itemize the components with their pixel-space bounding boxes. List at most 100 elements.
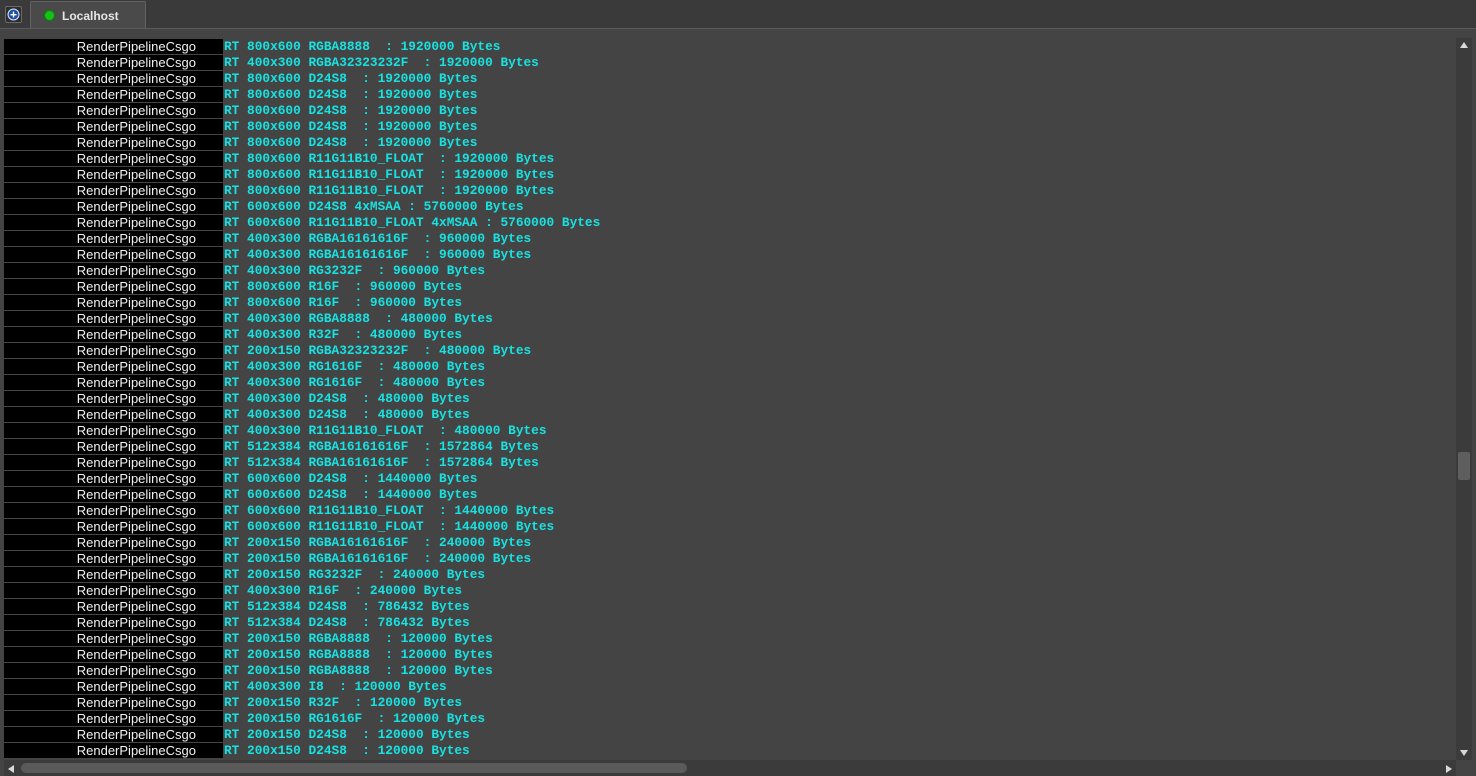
- log-row: RenderPipelineCsgo RT 400x300 I8 : 120000…: [0, 678, 1454, 694]
- log-message: RT 600x600 D24S8 : 1440000 Bytes: [224, 471, 478, 486]
- log-message: RT 800x600 D24S8 : 1920000 Bytes: [224, 135, 478, 150]
- log-message: RT 400x300 RGBA16161616F : 960000 Bytes: [224, 231, 532, 246]
- scroll-right-button[interactable]: [1442, 761, 1456, 775]
- horizontal-scrollbar[interactable]: [4, 760, 1456, 776]
- log-message: RT 400x300 RG1616F : 480000 Bytes: [224, 375, 486, 390]
- log-source: RenderPipelineCsgo: [4, 343, 223, 358]
- log-output[interactable]: RenderPipelineCsgo RT 800x600 RGBA8888 : …: [0, 38, 1454, 760]
- log-row: RenderPipelineCsgo RT 200x150 RGBA1616161…: [0, 550, 1454, 566]
- vertical-scroll-thumb[interactable]: [1458, 451, 1470, 480]
- log-message: RT 512x384 D24S8 : 786432 Bytes: [224, 599, 470, 614]
- log-message: RT 800x600 RGBA8888 : 1920000 Bytes: [224, 39, 501, 54]
- log-row: RenderPipelineCsgo RT 600x600 D24S8 : 144…: [0, 486, 1454, 502]
- log-message: RT 400x300 RGBA16161616F : 960000 Bytes: [224, 247, 532, 262]
- log-row: RenderPipelineCsgo RT 400x300 RGBA3232323…: [0, 54, 1454, 70]
- log-source: RenderPipelineCsgo: [4, 551, 223, 566]
- log-message: RT 800x600 R11G11B10_FLOAT : 1920000 Byt…: [224, 167, 555, 182]
- log-source: RenderPipelineCsgo: [4, 311, 223, 326]
- log-source: RenderPipelineCsgo: [4, 39, 223, 54]
- log-source: RenderPipelineCsgo: [4, 535, 223, 550]
- plus-circle-icon: [7, 8, 20, 21]
- scrollbar-corner: [1456, 760, 1476, 776]
- log-message: RT 512x384 RGBA16161616F : 1572864 Bytes: [224, 439, 539, 454]
- scroll-up-button[interactable]: [1456, 38, 1472, 52]
- log-row: RenderPipelineCsgo RT 800x600 R11G11B10_F…: [0, 182, 1454, 198]
- log-message: RT 200x150 RGBA16161616F : 240000 Bytes: [224, 535, 532, 550]
- log-row: RenderPipelineCsgo RT 200x150 D24S8 : 120…: [0, 726, 1454, 742]
- scroll-down-button[interactable]: [1456, 746, 1472, 760]
- log-source: RenderPipelineCsgo: [4, 439, 223, 454]
- log-row: RenderPipelineCsgo RT 200x150 RGBA8888 : …: [0, 646, 1454, 662]
- log-source: RenderPipelineCsgo: [4, 663, 223, 678]
- log-source: RenderPipelineCsgo: [4, 215, 223, 230]
- log-message: RT 400x300 R16F : 240000 Bytes: [224, 583, 463, 598]
- log-row: RenderPipelineCsgo RT 200x150 RGBA3232323…: [0, 342, 1454, 358]
- scroll-left-button[interactable]: [4, 761, 18, 775]
- log-message: RT 400x300 RG1616F : 480000 Bytes: [224, 359, 486, 374]
- log-message: RT 400x300 R32F : 480000 Bytes: [224, 327, 463, 342]
- log-row: RenderPipelineCsgo RT 512x384 RGBA1616161…: [0, 438, 1454, 454]
- log-row: RenderPipelineCsgo RT 200x150 RG3232F : 2…: [0, 566, 1454, 582]
- log-row: RenderPipelineCsgo RT 800x600 R11G11B10_F…: [0, 150, 1454, 166]
- log-message: RT 400x300 R11G11B10_FLOAT : 480000 Byte…: [224, 423, 547, 438]
- log-row: RenderPipelineCsgo RT 800x600 D24S8 : 192…: [0, 102, 1454, 118]
- log-source: RenderPipelineCsgo: [4, 391, 223, 406]
- log-row: RenderPipelineCsgo RT 600x600 D24S8 4xMSA…: [0, 198, 1454, 214]
- log-source: RenderPipelineCsgo: [4, 71, 223, 86]
- log-row: RenderPipelineCsgo RT 512x384 D24S8 : 786…: [0, 598, 1454, 614]
- log-row: RenderPipelineCsgo RT 400x300 RGBA8888 : …: [0, 310, 1454, 326]
- log-message: RT 800x600 R16F : 960000 Bytes: [224, 279, 463, 294]
- log-message: RT 200x150 RG1616F : 120000 Bytes: [224, 711, 486, 726]
- status-dot-icon: [44, 10, 55, 21]
- log-row: RenderPipelineCsgo RT 400x300 RGBA1616161…: [0, 230, 1454, 246]
- log-source: RenderPipelineCsgo: [4, 567, 223, 582]
- arrow-down-icon: [1460, 750, 1468, 756]
- log-row: RenderPipelineCsgo RT 400x300 R11G11B10_F…: [0, 422, 1454, 438]
- arrow-up-icon: [1460, 42, 1468, 48]
- log-message: RT 200x150 D24S8 : 120000 Bytes: [224, 743, 470, 758]
- log-message: RT 800x600 D24S8 : 1920000 Bytes: [224, 71, 478, 86]
- log-source: RenderPipelineCsgo: [4, 455, 223, 470]
- log-row: RenderPipelineCsgo RT 800x600 RGBA8888 : …: [0, 38, 1454, 54]
- log-row: RenderPipelineCsgo RT 600x600 D24S8 : 144…: [0, 470, 1454, 486]
- log-row: RenderPipelineCsgo RT 800x600 R16F : 9600…: [0, 294, 1454, 310]
- log-source: RenderPipelineCsgo: [4, 359, 223, 374]
- log-row: RenderPipelineCsgo RT 800x600 R11G11B10_F…: [0, 166, 1454, 182]
- log-message: RT 400x300 RG3232F : 960000 Bytes: [224, 263, 486, 278]
- log-row: RenderPipelineCsgo RT 200x150 D24S8 : 120…: [0, 742, 1454, 758]
- log-message: RT 200x150 D24S8 : 120000 Bytes: [224, 727, 470, 742]
- log-row: RenderPipelineCsgo RT 512x384 D24S8 : 786…: [0, 614, 1454, 630]
- log-message: RT 800x600 D24S8 : 1920000 Bytes: [224, 119, 478, 134]
- log-row: RenderPipelineCsgo RT 200x150 RGBA1616161…: [0, 534, 1454, 550]
- log-row: RenderPipelineCsgo RT 400x300 D24S8 : 480…: [0, 406, 1454, 422]
- add-tab-button[interactable]: [5, 6, 22, 23]
- log-source: RenderPipelineCsgo: [4, 423, 223, 438]
- log-source: RenderPipelineCsgo: [4, 151, 223, 166]
- vertical-scrollbar[interactable]: [1456, 38, 1472, 760]
- log-source: RenderPipelineCsgo: [4, 183, 223, 198]
- log-row: RenderPipelineCsgo RT 400x300 RG1616F : 4…: [0, 358, 1454, 374]
- log-source: RenderPipelineCsgo: [4, 519, 223, 534]
- log-message: RT 800x600 R11G11B10_FLOAT : 1920000 Byt…: [224, 151, 555, 166]
- log-row: RenderPipelineCsgo RT 400x300 RG1616F : 4…: [0, 374, 1454, 390]
- log-message: RT 600x600 R11G11B10_FLOAT 4xMSAA : 5760…: [224, 215, 601, 230]
- tab-label: Localhost: [62, 9, 119, 23]
- log-row: RenderPipelineCsgo RT 200x150 R32F : 1200…: [0, 694, 1454, 710]
- log-source: RenderPipelineCsgo: [4, 711, 223, 726]
- log-row: RenderPipelineCsgo RT 400x300 D24S8 : 480…: [0, 390, 1454, 406]
- log-source: RenderPipelineCsgo: [4, 327, 223, 342]
- log-source: RenderPipelineCsgo: [4, 407, 223, 422]
- log-row: RenderPipelineCsgo RT 400x300 RGBA1616161…: [0, 246, 1454, 262]
- log-message: RT 800x600 R11G11B10_FLOAT : 1920000 Byt…: [224, 183, 555, 198]
- log-source: RenderPipelineCsgo: [4, 487, 223, 502]
- log-row: RenderPipelineCsgo RT 600x600 R11G11B10_F…: [0, 518, 1454, 534]
- tab-localhost[interactable]: Localhost: [30, 1, 146, 29]
- log-source: RenderPipelineCsgo: [4, 375, 223, 390]
- log-row: RenderPipelineCsgo RT 800x600 D24S8 : 192…: [0, 118, 1454, 134]
- log-row: RenderPipelineCsgo RT 800x600 D24S8 : 192…: [0, 86, 1454, 102]
- horizontal-scroll-thumb[interactable]: [21, 763, 688, 773]
- log-row: RenderPipelineCsgo RT 800x600 D24S8 : 192…: [0, 70, 1454, 86]
- log-message: RT 512x384 RGBA16161616F : 1572864 Bytes: [224, 455, 539, 470]
- log-source: RenderPipelineCsgo: [4, 695, 223, 710]
- log-source: RenderPipelineCsgo: [4, 503, 223, 518]
